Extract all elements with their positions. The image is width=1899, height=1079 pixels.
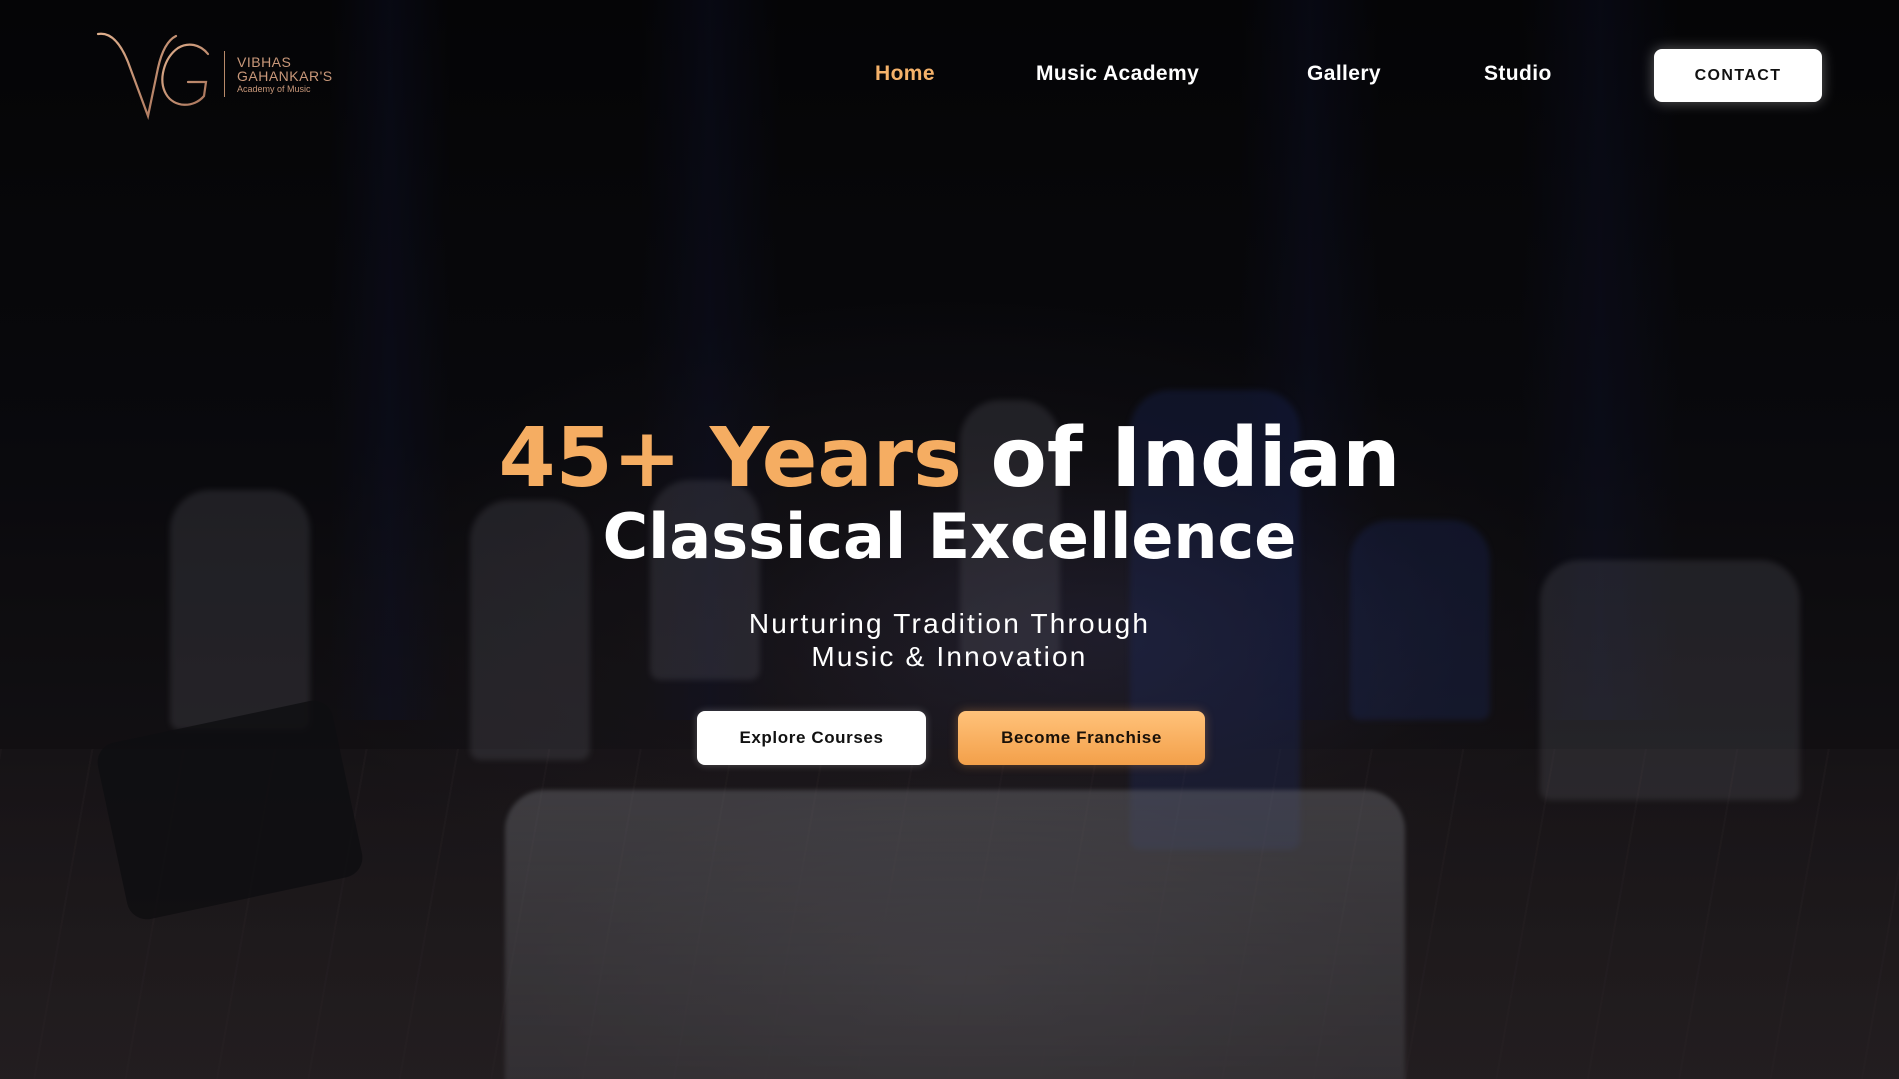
become-franchise-button[interactable]: Become Franchise: [958, 711, 1205, 765]
explore-courses-button[interactable]: Explore Courses: [697, 711, 926, 765]
headline-rest: of Indian: [990, 411, 1401, 506]
hero-headline: 45+ Years of Indian: [0, 418, 1899, 500]
hero-subtitle-line1: Nurturing Tradition Through: [748, 608, 1151, 639]
page: VIBHAS GAHANKAR'S Academy of Music Home …: [0, 0, 1899, 1079]
hero-headline-line2: Classical Excellence: [602, 500, 1297, 573]
hero-section: 45+ Years of Indian Classical Excellence…: [0, 0, 1899, 1079]
hero-subtitle-line2: Music & Innovation: [811, 641, 1088, 672]
headline-accent: 45+ Years: [498, 411, 962, 506]
